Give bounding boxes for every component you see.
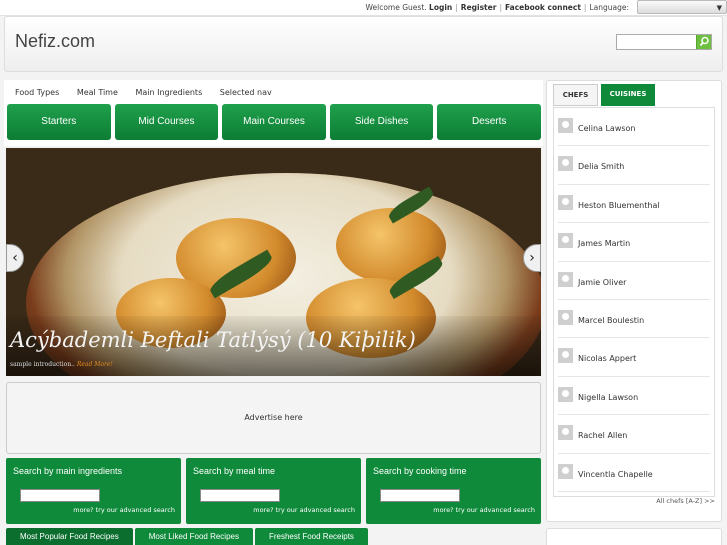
featured-recipe-slider[interactable]: Acýbademli Þeftali Tatlýsý (10 Kiþilik) … — [6, 148, 541, 376]
chevron-right-icon: › — [529, 250, 535, 266]
main-content: Food Types Meal Time Main Ingredients Se… — [4, 80, 543, 545]
search-input[interactable] — [616, 34, 712, 50]
nav-bar: Food Types Meal Time Main Ingredients Se… — [4, 80, 543, 102]
tab-most-popular[interactable]: Most Popular Food Recipes — [6, 528, 133, 545]
chevron-down-icon: ▼ — [716, 4, 722, 12]
chef-list: Celina Lawson Delia Smith Heston Bluemen… — [553, 107, 715, 497]
sidebar-secondary-panel — [546, 528, 722, 545]
avatar — [558, 386, 573, 402]
read-more-link[interactable]: Read More! — [77, 361, 113, 368]
category-mid-courses-button[interactable]: Mid Courses — [114, 104, 219, 140]
advert-banner[interactable]: Advertise here — [6, 382, 541, 454]
advanced-search-link[interactable]: more? try our advanced search — [253, 506, 355, 514]
chevron-left-icon: ‹ — [12, 250, 18, 266]
language-label: Language: — [589, 3, 629, 12]
chef-name[interactable]: Heston Bluementhal — [578, 201, 660, 210]
nav-item-meal-time[interactable]: Meal Time — [77, 88, 118, 97]
cooking-time-search-input[interactable] — [380, 489, 460, 502]
login-link[interactable]: Login — [429, 3, 452, 12]
slider-prev-button[interactable]: ‹ — [6, 244, 24, 272]
sidebar: CHEFS CUISINES Celina Lawson Delia Smith… — [546, 80, 722, 522]
tab-chefs[interactable]: CHEFS — [553, 84, 598, 106]
advanced-search-link[interactable]: more? try our advanced search — [73, 506, 175, 514]
top-bar: Welcome Guest. Login | Register | Facebook c… — [0, 0, 727, 16]
search-button[interactable] — [696, 35, 711, 49]
category-side-dishes-button[interactable]: Side Dishes — [329, 104, 434, 140]
facebook-connect-link[interactable]: Facebook connect — [505, 3, 581, 12]
list-item[interactable]: Vincentla Chapelle — [558, 454, 710, 492]
meal-time-search-input[interactable] — [200, 489, 280, 502]
account-links: Welcome Guest. Login | Register | Facebook c… — [365, 3, 629, 12]
all-chefs-link[interactable]: All chefs [A-Z] >> — [656, 497, 715, 505]
advanced-search-link[interactable]: more? try our advanced search — [433, 506, 535, 514]
nav-item-selected[interactable]: Selected nav — [220, 88, 272, 97]
list-item[interactable]: Heston Bluementhal — [558, 185, 710, 224]
recipe-list-tabs: Most Popular Food Recipes Most Liked Foo… — [6, 528, 368, 545]
avatar — [558, 425, 573, 441]
slide-intro-text: sample introduction.. — [10, 361, 75, 368]
ingredients-search-input[interactable] — [20, 489, 100, 502]
slide-intro: sample introduction.. Read More! — [10, 361, 113, 368]
search-panel-title: Search by meal time — [193, 466, 276, 476]
avatar — [558, 156, 573, 172]
search-icon — [699, 36, 709, 47]
chef-name[interactable]: James Martin — [578, 239, 630, 248]
avatar — [558, 194, 573, 210]
tab-cuisines[interactable]: CUISINES — [601, 84, 655, 106]
tab-freshest[interactable]: Freshest Food Receipts — [254, 528, 368, 545]
list-item[interactable]: Marcel Boulestin — [558, 300, 710, 339]
search-panel-title: Search by main ingredients — [13, 466, 123, 476]
chef-name[interactable]: Celina Lawson — [578, 124, 636, 133]
chef-name[interactable]: Delia Smith — [578, 162, 624, 171]
avatar — [558, 309, 573, 325]
chef-name[interactable]: Marcel Boulestin — [578, 316, 644, 325]
site-logo[interactable]: Nefiz.com — [15, 31, 95, 52]
nav-item-main-ingredients[interactable]: Main Ingredients — [135, 88, 202, 97]
avatar — [558, 463, 573, 479]
chef-name[interactable]: Jamie Oliver — [578, 278, 626, 287]
header: Nefiz.com — [4, 16, 723, 72]
slide-title[interactable]: Acýbademli Þeftali Tatlýsý (10 Kiþilik) — [10, 328, 416, 352]
list-item[interactable]: Rachel Allen — [558, 415, 710, 454]
avatar — [558, 118, 573, 133]
category-buttons: Starters Mid Courses Main Courses Side D… — [4, 102, 543, 146]
category-starters-button[interactable]: Starters — [7, 104, 111, 140]
category-deserts-button[interactable]: Deserts — [437, 104, 541, 140]
avatar — [558, 348, 573, 364]
tab-most-liked[interactable]: Most Liked Food Recipes — [134, 528, 253, 545]
list-item[interactable]: Delia Smith — [558, 146, 710, 185]
chef-name[interactable]: Nigella Lawson — [578, 393, 638, 402]
search-panel-title: Search by cooking time — [373, 466, 467, 476]
list-item[interactable]: James Martin — [558, 223, 710, 262]
search-by-cooking-time-panel: Search by cooking time more? try our adv… — [366, 458, 541, 524]
search-by-ingredients-panel: Search by main ingredients more? try our… — [6, 458, 181, 524]
chef-name[interactable]: Nicolas Appert — [578, 354, 636, 363]
register-link[interactable]: Register — [461, 3, 497, 12]
search-panels: Search by main ingredients more? try our… — [6, 458, 541, 524]
list-item[interactable]: Nicolas Appert — [558, 338, 710, 377]
chef-name[interactable]: Rachel Allen — [578, 431, 627, 440]
list-item[interactable]: Celina Lawson — [558, 108, 710, 147]
welcome-text: Welcome Guest. — [365, 3, 427, 12]
list-item[interactable]: Nigella Lawson — [558, 377, 710, 416]
category-main-courses-button[interactable]: Main Courses — [222, 104, 326, 140]
chef-name[interactable]: Vincentla Chapelle — [578, 470, 653, 479]
avatar — [558, 233, 573, 249]
search-by-meal-time-panel: Search by meal time more? try our advanc… — [186, 458, 361, 524]
avatar — [558, 271, 573, 287]
nav-item-food-types[interactable]: Food Types — [15, 88, 59, 97]
language-select[interactable]: ▼ — [637, 0, 727, 14]
list-item[interactable]: Jamie Oliver — [558, 262, 710, 300]
